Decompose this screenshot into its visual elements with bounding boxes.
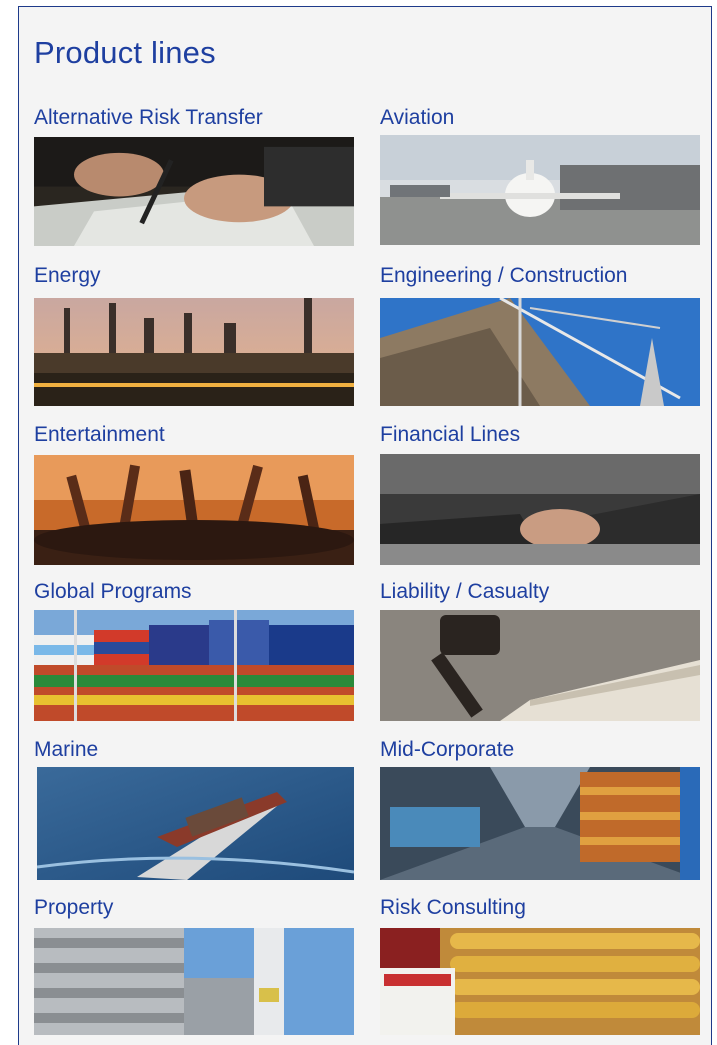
product-lines-panel: Product lines Alternative Risk Transfer … xyxy=(18,6,712,1045)
product-tile-global-programs[interactable]: Global Programs xyxy=(34,579,354,721)
product-label[interactable]: Property xyxy=(34,895,113,921)
product-tile-engineering-construction[interactable]: Engineering / Construction xyxy=(380,263,700,406)
product-label[interactable]: Mid-Corporate xyxy=(380,737,514,763)
crane-and-building-photo[interactable] xyxy=(380,298,700,406)
concert-crowd-photo[interactable] xyxy=(34,455,354,565)
hands-signing-document-photo[interactable] xyxy=(34,137,354,246)
industrial-building-photo[interactable] xyxy=(34,928,354,1035)
product-label[interactable]: Liability / Casualty xyxy=(380,579,549,605)
product-tile-alternative-risk-transfer[interactable]: Alternative Risk Transfer xyxy=(34,105,354,246)
product-label[interactable]: Marine xyxy=(34,737,98,763)
product-tile-entertainment[interactable]: Entertainment xyxy=(34,422,354,565)
hydrogen-cylinders-photo[interactable] xyxy=(380,928,700,1035)
product-label[interactable]: Entertainment xyxy=(34,422,165,448)
product-tile-energy[interactable]: Energy xyxy=(34,263,354,406)
product-tile-aviation[interactable]: Aviation xyxy=(380,105,700,245)
product-label[interactable]: Aviation xyxy=(380,105,454,131)
world-flags-photo[interactable] xyxy=(34,610,354,721)
product-label[interactable]: Risk Consulting xyxy=(380,895,526,921)
product-label[interactable]: Engineering / Construction xyxy=(380,263,627,289)
product-tile-mid-corporate[interactable]: Mid-Corporate xyxy=(380,737,700,880)
refinery-at-dusk-photo[interactable] xyxy=(34,298,354,406)
airplane-at-gate-photo[interactable] xyxy=(380,135,700,245)
product-label[interactable]: Global Programs xyxy=(34,579,192,605)
product-label[interactable]: Alternative Risk Transfer xyxy=(34,105,263,131)
product-tile-marine[interactable]: Marine xyxy=(34,737,354,880)
container-ship-photo[interactable] xyxy=(37,767,354,880)
gavel-and-book-photo[interactable] xyxy=(380,610,700,721)
product-label[interactable]: Energy xyxy=(34,263,101,289)
handshake-photo[interactable] xyxy=(380,454,700,565)
product-tile-property[interactable]: Property xyxy=(34,895,354,1035)
product-label[interactable]: Financial Lines xyxy=(380,422,520,448)
product-tile-liability-casualty[interactable]: Liability / Casualty xyxy=(380,579,700,721)
panel-title: Product lines xyxy=(34,35,216,70)
product-tile-risk-consulting[interactable]: Risk Consulting xyxy=(380,895,700,1035)
warehouse-aisle-photo[interactable] xyxy=(380,767,700,880)
product-tile-financial-lines[interactable]: Financial Lines xyxy=(380,422,700,565)
